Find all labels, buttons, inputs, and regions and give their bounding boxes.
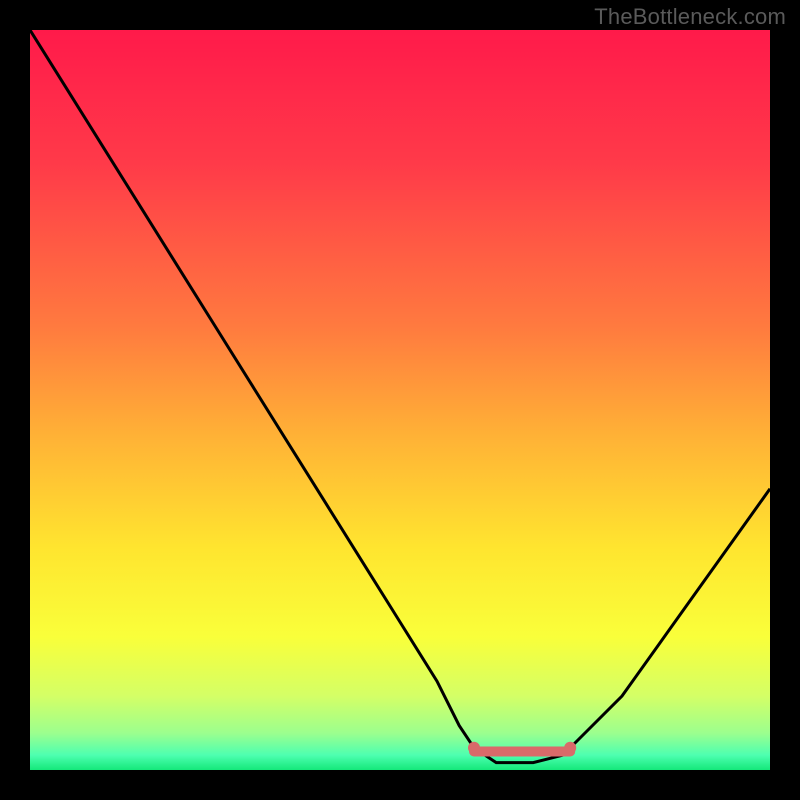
optimal-marker-right (564, 742, 576, 754)
optimal-marker-left (468, 742, 480, 754)
watermark-text: TheBottleneck.com (594, 4, 786, 30)
bottleneck-curve-svg (30, 30, 770, 770)
plot-frame (30, 30, 770, 770)
bottleneck-curve (30, 30, 770, 763)
